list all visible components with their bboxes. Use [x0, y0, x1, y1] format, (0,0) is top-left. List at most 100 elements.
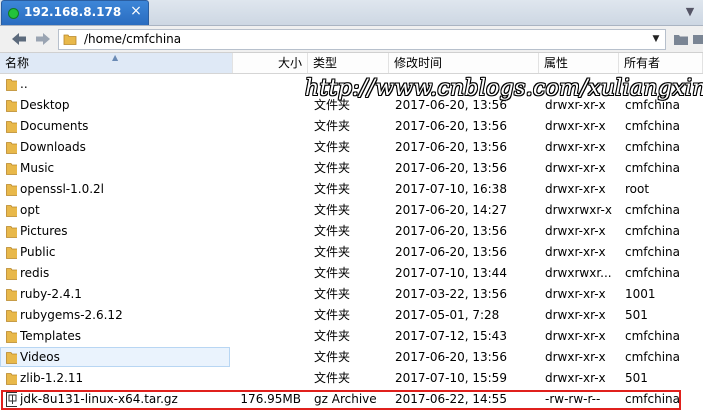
arrow-left-icon — [12, 33, 26, 45]
file-type: 文件夹 — [314, 329, 351, 343]
column-header-attributes[interactable]: 属性 — [539, 53, 619, 73]
file-owner: cmfchina — [625, 245, 681, 259]
folder-row[interactable]: rubygems-2.6.12 文件夹 2017-05-01, 7:28 drwxr-… — [0, 305, 703, 326]
close-icon[interactable]: × — [129, 4, 143, 18]
column-header-modified[interactable]: 修改时间 — [389, 53, 539, 73]
file-size — [233, 326, 301, 347]
forward-button[interactable] — [34, 29, 52, 49]
file-size — [233, 74, 301, 95]
file-owner: cmfchina — [625, 161, 681, 175]
file-owner: cmfchina — [625, 119, 681, 133]
file-type: 文件夹 — [314, 287, 351, 301]
chevron-down-icon[interactable]: ▼ — [649, 31, 663, 47]
file-owner: cmfchina — [625, 350, 681, 364]
folder-icon — [3, 326, 17, 347]
folder-row[interactable]: Videos 文件夹 2017-06-20, 13:56 drwxr-xr-x cmfc… — [0, 347, 703, 368]
file-type: 文件夹 — [314, 350, 351, 364]
file-modified: 2017-06-20, 13:56 — [395, 119, 507, 133]
file-attributes: drwxr-xr-x — [545, 182, 606, 196]
folder-row[interactable]: openssl-1.0.2l 文件夹 2017-07-10, 16:38 drwxr-… — [0, 179, 703, 200]
watermark-text: http://www.cnblogs.com/xuliangxing — [305, 76, 703, 101]
file-attributes: drwxr-xr-x — [545, 119, 606, 133]
folder-row[interactable]: Public 文件夹 2017-06-20, 13:56 drwxr-xr-x cmfc… — [0, 242, 703, 263]
file-size — [233, 242, 301, 263]
file-owner: 1001 — [625, 287, 656, 301]
folder-row[interactable]: Templates 文件夹 2017-07-12, 15:43 drwxr-xr-x c… — [0, 326, 703, 347]
tab-bar: 192.168.8.178 × ▼ — [0, 0, 703, 26]
file-type: 文件夹 — [314, 245, 351, 259]
file-modified: 2017-05-01, 7:28 — [395, 308, 500, 322]
more-icon[interactable] — [690, 30, 703, 48]
file-type: 文件夹 — [314, 182, 351, 196]
file-owner: cmfchina — [625, 140, 681, 154]
connected-status-icon — [8, 8, 19, 19]
folder-row[interactable]: Pictures 文件夹 2017-06-20, 13:56 drwxr-xr-x cm… — [0, 221, 703, 242]
file-size — [233, 179, 301, 200]
file-name: .. — [20, 77, 28, 91]
folder-icon — [3, 158, 17, 179]
file-attributes: drwxrwxr-x — [545, 203, 612, 217]
file-modified: 2017-06-20, 14:27 — [395, 203, 507, 217]
column-header: 名称 ▲ 大小 类型 修改时间 属性 所有者 — [0, 53, 703, 74]
folder-row[interactable]: Documents 文件夹 2017-06-20, 13:56 drwxr-xr-x c… — [0, 116, 703, 137]
file-size — [233, 116, 301, 137]
file-attributes: drwxrwxr... — [545, 266, 612, 280]
file-type: 文件夹 — [314, 140, 351, 154]
folder-icon — [3, 263, 17, 284]
file-name: zlib-1.2.11 — [20, 371, 84, 385]
file-attributes: drwxr-xr-x — [545, 350, 606, 364]
folder-icon — [3, 221, 17, 242]
file-name: ruby-2.4.1 — [20, 287, 82, 301]
column-header-size[interactable]: 大小 — [233, 53, 308, 73]
file-name: Music — [20, 161, 55, 175]
chevron-down-icon[interactable]: ▼ — [682, 4, 698, 20]
folder-icon — [3, 116, 17, 137]
session-tab-label: 192.168.8.178 — [24, 5, 122, 19]
file-name: Templates — [20, 329, 82, 343]
file-attributes: drwxr-xr-x — [545, 287, 606, 301]
column-header-type[interactable]: 类型 — [308, 53, 389, 73]
file-type: 文件夹 — [314, 203, 351, 217]
file-type: 文件夹 — [314, 371, 351, 385]
folder-row[interactable]: zlib-1.2.11 文件夹 2017-07-10, 15:59 drwxr-xr-… — [0, 368, 703, 389]
folder-icon — [3, 74, 17, 95]
path-input[interactable]: /home/cmfchina ▼ — [58, 29, 666, 50]
file-name: Downloads — [20, 140, 86, 154]
folder-icon — [3, 95, 17, 116]
file-owner: root — [625, 182, 650, 196]
file-name: Pictures — [20, 224, 68, 238]
file-modified: 2017-07-10, 15:59 — [395, 371, 507, 385]
folder-icon — [3, 242, 17, 263]
folder-icon — [3, 179, 17, 200]
file-attributes: drwxr-xr-x — [545, 308, 606, 322]
back-button[interactable] — [10, 29, 28, 49]
session-tab[interactable]: 192.168.8.178 × — [1, 0, 149, 25]
file-owner: 501 — [625, 308, 648, 322]
file-owner: 501 — [625, 371, 648, 385]
file-modified: 2017-06-20, 13:56 — [395, 140, 507, 154]
folder-row[interactable]: opt 文件夹 2017-06-20, 14:27 drwxrwxr-x cmfchin… — [0, 200, 703, 221]
file-name: opt — [20, 203, 40, 217]
folder-row[interactable]: redis 文件夹 2017-07-10, 13:44 drwxrwxr... cmfc… — [0, 263, 703, 284]
folder-icon — [3, 347, 17, 368]
file-type: 文件夹 — [314, 161, 351, 175]
folder-action-icon[interactable] — [673, 30, 689, 48]
file-name: Public — [20, 245, 56, 259]
folder-icon — [3, 305, 17, 326]
file-size — [233, 368, 301, 389]
file-type: 文件夹 — [314, 266, 351, 280]
folder-row[interactable]: Downloads 文件夹 2017-06-20, 13:56 drwxr-xr-x c… — [0, 137, 703, 158]
folder-icon — [3, 200, 17, 221]
column-header-owner[interactable]: 所有者 — [619, 53, 703, 73]
folder-row[interactable]: Music 文件夹 2017-06-20, 13:56 drwxr-xr-x cmfch… — [0, 158, 703, 179]
file-modified: 2017-06-20, 13:56 — [395, 245, 507, 259]
highlight-annotation — [1, 390, 681, 410]
file-attributes: drwxr-xr-x — [545, 161, 606, 175]
file-size — [233, 95, 301, 116]
folder-icon — [3, 284, 17, 305]
sort-ascending-icon: ▲ — [112, 53, 119, 62]
toolbar: /home/cmfchina ▼ — [0, 26, 703, 53]
column-header-name[interactable]: 名称 ▲ — [0, 53, 233, 73]
folder-row[interactable]: ruby-2.4.1 文件夹 2017-03-22, 13:56 drwxr-xr-x… — [0, 284, 703, 305]
file-size — [233, 263, 301, 284]
